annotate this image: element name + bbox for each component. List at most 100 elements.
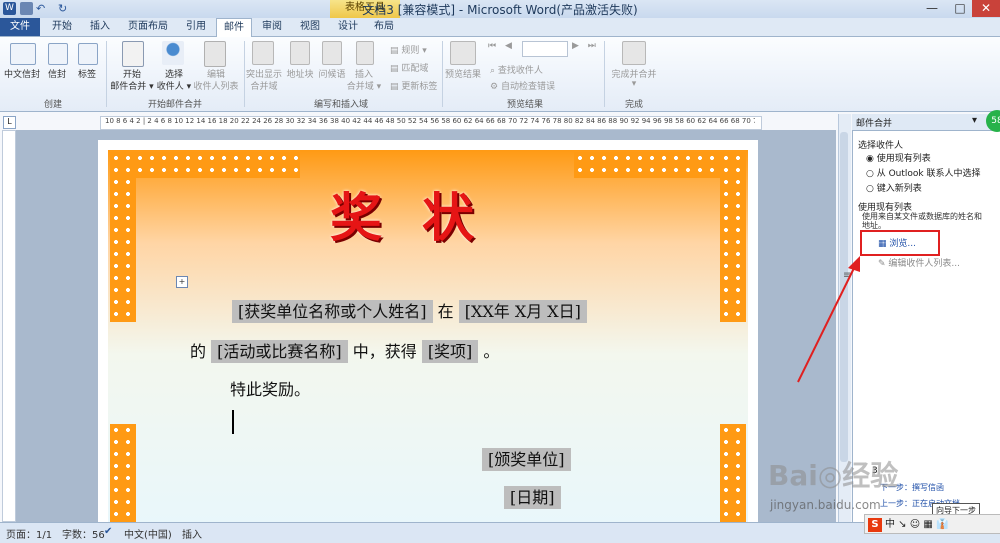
vertical-ruler[interactable] bbox=[2, 130, 16, 522]
tab-table-layout[interactable]: 布局 bbox=[368, 18, 400, 36]
table-move-handle[interactable]: + bbox=[176, 276, 188, 288]
radio-empty-icon: ○ bbox=[866, 184, 877, 194]
tab-design[interactable]: 设计 bbox=[332, 18, 364, 36]
status-language[interactable]: 中文(中国) bbox=[124, 526, 172, 541]
preview-results-button[interactable]: 预览结果 bbox=[442, 67, 484, 80]
status-words[interactable]: 字数：56 bbox=[62, 526, 105, 541]
annotation-arrow bbox=[797, 256, 860, 383]
issuer-line: [颁奖单位] bbox=[482, 446, 571, 471]
ime-toolbar[interactable]: S中 ↘ ☺ ▦ 👔 bbox=[864, 514, 1000, 534]
find-recipient-button[interactable]: ⌕ 查找收件人 bbox=[490, 63, 570, 76]
tab-insert[interactable]: 插入 bbox=[84, 18, 116, 36]
cert-line-1: [获奖单位名称或个人姓名] 在 [XX年 X月 X日] bbox=[232, 298, 587, 323]
select-recipients-heading: 选择收件人 bbox=[858, 141, 904, 151]
address-block-icon bbox=[290, 41, 310, 65]
status-page[interactable]: 页面：1/1 bbox=[6, 526, 52, 541]
ornament-right-upper bbox=[720, 152, 746, 322]
baidu-watermark: Bai◎经验 bbox=[768, 459, 899, 492]
match-fields-icon: ▤ bbox=[390, 64, 402, 74]
highlight-fields-sub: 合并域 bbox=[250, 82, 278, 92]
minimize-button[interactable]: — bbox=[918, 0, 946, 17]
edit-list-icon: ✎ bbox=[878, 259, 889, 269]
ornament-left-lower bbox=[110, 424, 136, 522]
pane-title: 邮件合并 bbox=[856, 119, 893, 129]
highlight-box bbox=[860, 230, 940, 256]
group-label-start: 开始邮件合并 bbox=[147, 100, 202, 110]
ribbon-separator bbox=[604, 41, 605, 107]
window-title: 文档3 [兼容模式] - Microsoft Word(产品激活失败) bbox=[362, 3, 638, 17]
close-button[interactable]: ✕ bbox=[972, 0, 1000, 17]
insert-field-icon bbox=[356, 41, 374, 65]
tab-selector[interactable]: L bbox=[3, 116, 16, 129]
group-label-preview: 预览结果 bbox=[506, 100, 543, 110]
date-placeholder-field[interactable]: [XX年 X月 X日] bbox=[458, 300, 587, 323]
insert-field-dropdown[interactable]: 合并域 ▾ bbox=[344, 79, 384, 92]
tab-home[interactable]: 开始 bbox=[46, 18, 78, 36]
radio-outlook[interactable]: ○ 从 Outlook 联系人中选择 bbox=[866, 166, 980, 179]
update-labels-icon: ▤ bbox=[390, 82, 402, 92]
edit-list-icon bbox=[204, 41, 226, 67]
pane-header: 邮件合并 ▾ bbox=[852, 114, 1000, 131]
tab-mailings[interactable]: 邮件 bbox=[216, 18, 252, 38]
radio-new-list[interactable]: ○ 键入新列表 bbox=[866, 181, 922, 194]
address-block-button[interactable]: 地址块 bbox=[284, 67, 316, 80]
update-labels-button[interactable]: ▤ 更新标签 bbox=[390, 79, 444, 92]
title-bar: W ↶ ↻ 表格工具 文档3 [兼容模式] - Microsoft Word(产… bbox=[0, 0, 1000, 18]
labels-button[interactable]: 标签 bbox=[72, 67, 102, 80]
ribbon-tabs: 文件 开始 插入 页面布局 引用 邮件 审阅 视图 设计 布局 bbox=[0, 18, 1000, 38]
tab-layout[interactable]: 页面布局 bbox=[122, 18, 174, 36]
radio-use-existing[interactable]: ◉ 使用现有列表 bbox=[866, 151, 931, 164]
tab-references[interactable]: 引用 bbox=[180, 18, 212, 36]
auto-check-button[interactable]: ⚙ 自动检查错误 bbox=[490, 79, 570, 92]
find-recipient-icon: ⌕ bbox=[490, 66, 498, 76]
cert-line-2: 的 [活动或比赛名称] 中，获得 [奖项] 。 bbox=[190, 338, 499, 363]
auto-check-icon: ⚙ bbox=[490, 82, 501, 92]
use-existing-description: 使用来自某文件或数据库的姓名和地址。 bbox=[862, 212, 982, 230]
cert-text-mid: 中，获得 bbox=[352, 342, 417, 361]
rules-button[interactable]: ▤ 规则 ▾ bbox=[390, 43, 440, 56]
date-field[interactable]: [日期] bbox=[504, 486, 561, 509]
match-fields-button[interactable]: ▤ 匹配域 bbox=[390, 61, 440, 74]
group-label-finish: 完成 bbox=[624, 100, 643, 110]
tab-file[interactable]: 文件 bbox=[0, 18, 40, 36]
event-name-field[interactable]: [活动或比赛名称] bbox=[211, 340, 348, 363]
status-bar: 页面：1/1 字数：56 ✔ 中文(中国) 插入 bbox=[0, 522, 1000, 543]
highlight-fields-icon bbox=[252, 41, 274, 65]
radio-empty-icon: ○ bbox=[866, 169, 877, 179]
tab-review[interactable]: 审阅 bbox=[256, 18, 288, 36]
envelope-icon bbox=[48, 43, 68, 65]
envelope-button[interactable]: 信封 bbox=[42, 67, 72, 80]
horizontal-ruler[interactable]: 10 8 6 4 2 | 2 4 6 8 10 12 14 16 18 20 2… bbox=[100, 116, 762, 130]
ornament-right-lower bbox=[720, 424, 746, 522]
record-nav-next-buttons[interactable]: ▶ ⏭ bbox=[572, 41, 602, 51]
award-field[interactable]: [奖项] bbox=[421, 340, 479, 363]
spellcheck-icon[interactable]: ✔ bbox=[104, 526, 112, 537]
cert-line-3: 特此奖励。 bbox=[230, 380, 311, 399]
recipient-name-field[interactable]: [获奖单位名称或个人姓名] bbox=[232, 300, 433, 323]
ribbon: 中文信封 信封 标签 创建 开始 邮件合并 ▾ 选择 收件人 ▾ 编辑 收件人列… bbox=[0, 37, 1000, 112]
record-number-input[interactable] bbox=[522, 41, 568, 57]
pane-menu-icon[interactable]: ▾ bbox=[972, 115, 977, 126]
ornament-top-left bbox=[110, 152, 300, 178]
radio-selected-icon: ◉ bbox=[866, 154, 877, 164]
watermark-url: jingyan.baidu.com bbox=[770, 498, 881, 512]
labels-icon bbox=[78, 43, 98, 65]
rules-icon: ▤ bbox=[390, 46, 402, 56]
ime-status: 中 ↘ ☺ ▦ 👔 bbox=[885, 519, 949, 530]
edit-list-sub: 收件人列表 bbox=[193, 82, 239, 92]
ribbon-separator bbox=[106, 41, 107, 107]
cn-envelope-icon bbox=[10, 43, 36, 65]
date-line: [日期] bbox=[504, 484, 561, 509]
edit-recipient-list-link[interactable]: ✎ 编辑收件人列表... bbox=[878, 256, 960, 269]
cn-envelope-button[interactable]: 中文信封 bbox=[2, 67, 42, 80]
text-cursor bbox=[232, 410, 234, 434]
preview-results-icon bbox=[450, 41, 476, 65]
tab-view[interactable]: 视图 bbox=[294, 18, 326, 36]
finish-merge-dropdown[interactable]: ▾ bbox=[626, 79, 642, 89]
maximize-button[interactable]: □ bbox=[946, 0, 974, 17]
start-merge-dropdown[interactable]: 邮件合并 ▾ bbox=[106, 79, 158, 92]
status-insert-mode[interactable]: 插入 bbox=[182, 526, 202, 541]
select-recipients-icon bbox=[162, 41, 184, 65]
finish-merge-icon bbox=[622, 41, 646, 65]
issuer-field[interactable]: [颁奖单位] bbox=[482, 448, 571, 471]
